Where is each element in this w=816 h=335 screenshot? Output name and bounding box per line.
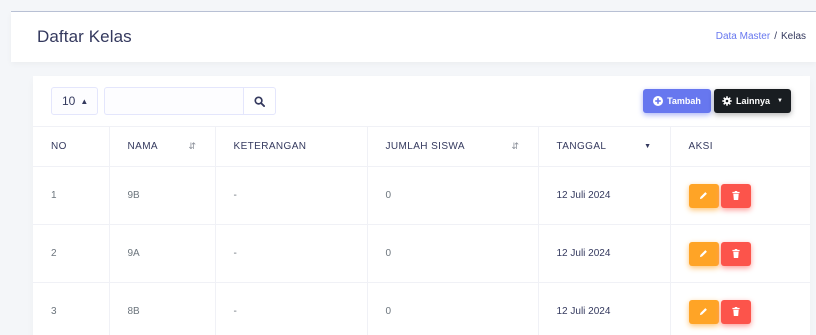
cell-jumlah-siswa: 0 xyxy=(367,166,539,225)
cell-nama: 9B xyxy=(109,166,216,225)
add-button[interactable]: Tambah xyxy=(643,89,711,113)
trash-icon xyxy=(731,307,740,316)
delete-button[interactable] xyxy=(720,299,751,324)
edit-button[interactable] xyxy=(688,241,719,266)
table-toolbar: 10 ▲ Tambah Lainnya ▼ xyxy=(33,76,810,126)
table-row: 3 8B - 0 12 Juli 2024 xyxy=(33,282,810,335)
per-page-value: 10 xyxy=(62,94,76,108)
delete-button[interactable] xyxy=(720,241,751,266)
cell-aksi xyxy=(670,224,810,283)
breadcrumb: Data Master / Kelas xyxy=(716,31,806,42)
sort-desc-icon: ▼ xyxy=(644,143,652,150)
cell-tanggal: 12 Juli 2024 xyxy=(538,224,671,283)
caret-down-icon: ▼ xyxy=(777,98,783,104)
plus-circle-icon xyxy=(653,96,664,106)
table-header-row: NO NAMA ⇵ KETERANGAN JUMLAH SISWA ⇵ TANGGA… xyxy=(33,126,810,167)
pencil-icon xyxy=(699,308,707,316)
more-button-label: Lainnya xyxy=(736,96,771,106)
search-input[interactable] xyxy=(104,87,243,115)
column-header-aksi: AKSI xyxy=(670,126,810,167)
cell-nama: 9A xyxy=(109,224,216,283)
class-list-card: 10 ▲ Tambah Lainnya ▼ NO NAMA ⇵ KETERANG… xyxy=(33,76,810,335)
per-page-select[interactable]: 10 ▲ xyxy=(51,87,98,115)
cell-jumlah-siswa: 0 xyxy=(367,224,539,283)
breadcrumb-separator: / xyxy=(774,31,777,42)
cell-no: 2 xyxy=(33,224,110,283)
cell-nama: 8B xyxy=(109,282,216,335)
cell-jumlah-siswa: 0 xyxy=(367,282,539,335)
column-header-tanggal[interactable]: TANGGAL ▼ xyxy=(538,126,671,167)
sort-updown-icon: ▲ xyxy=(80,96,89,106)
cell-tanggal: 12 Juli 2024 xyxy=(538,282,671,335)
search-button[interactable] xyxy=(243,87,276,115)
page-header: Daftar Kelas Data Master / Kelas xyxy=(11,12,816,62)
search-icon xyxy=(254,95,265,107)
cell-no: 1 xyxy=(33,166,110,225)
pencil-icon xyxy=(699,250,707,258)
gear-icon xyxy=(722,96,732,106)
pencil-icon xyxy=(699,192,707,200)
cell-aksi xyxy=(670,166,810,225)
cell-no: 3 xyxy=(33,282,110,335)
trash-icon xyxy=(731,249,740,258)
column-header-keterangan[interactable]: KETERANGAN xyxy=(215,126,368,167)
more-dropdown-button[interactable]: Lainnya ▼ xyxy=(714,89,791,113)
delete-button[interactable] xyxy=(720,183,751,208)
column-header-jumlah-siswa[interactable]: JUMLAH SISWA ⇵ xyxy=(367,126,539,167)
breadcrumb-item-kelas: Kelas xyxy=(780,31,806,42)
cell-keterangan: - xyxy=(215,166,368,225)
table-row: 1 9B - 0 12 Juli 2024 xyxy=(33,166,810,225)
cell-tanggal: 12 Juli 2024 xyxy=(538,166,671,225)
edit-button[interactable] xyxy=(688,299,719,324)
cell-keterangan: - xyxy=(215,282,368,335)
table-row: 2 9A - 0 12 Juli 2024 xyxy=(33,224,810,283)
column-header-no[interactable]: NO xyxy=(33,126,110,167)
cell-aksi xyxy=(670,282,810,335)
sort-icon: ⇵ xyxy=(188,141,197,151)
column-header-nama[interactable]: NAMA ⇵ xyxy=(109,126,216,167)
edit-button[interactable] xyxy=(688,183,719,208)
trash-icon xyxy=(731,191,740,200)
breadcrumb-item-data-master[interactable]: Data Master xyxy=(716,31,770,42)
cell-keterangan: - xyxy=(215,224,368,283)
class-table: NO NAMA ⇵ KETERANGAN JUMLAH SISWA ⇵ TANGGA… xyxy=(33,126,810,335)
page-title: Daftar Kelas xyxy=(37,27,132,46)
sort-icon: ⇵ xyxy=(511,141,520,151)
add-button-label: Tambah xyxy=(667,96,701,106)
